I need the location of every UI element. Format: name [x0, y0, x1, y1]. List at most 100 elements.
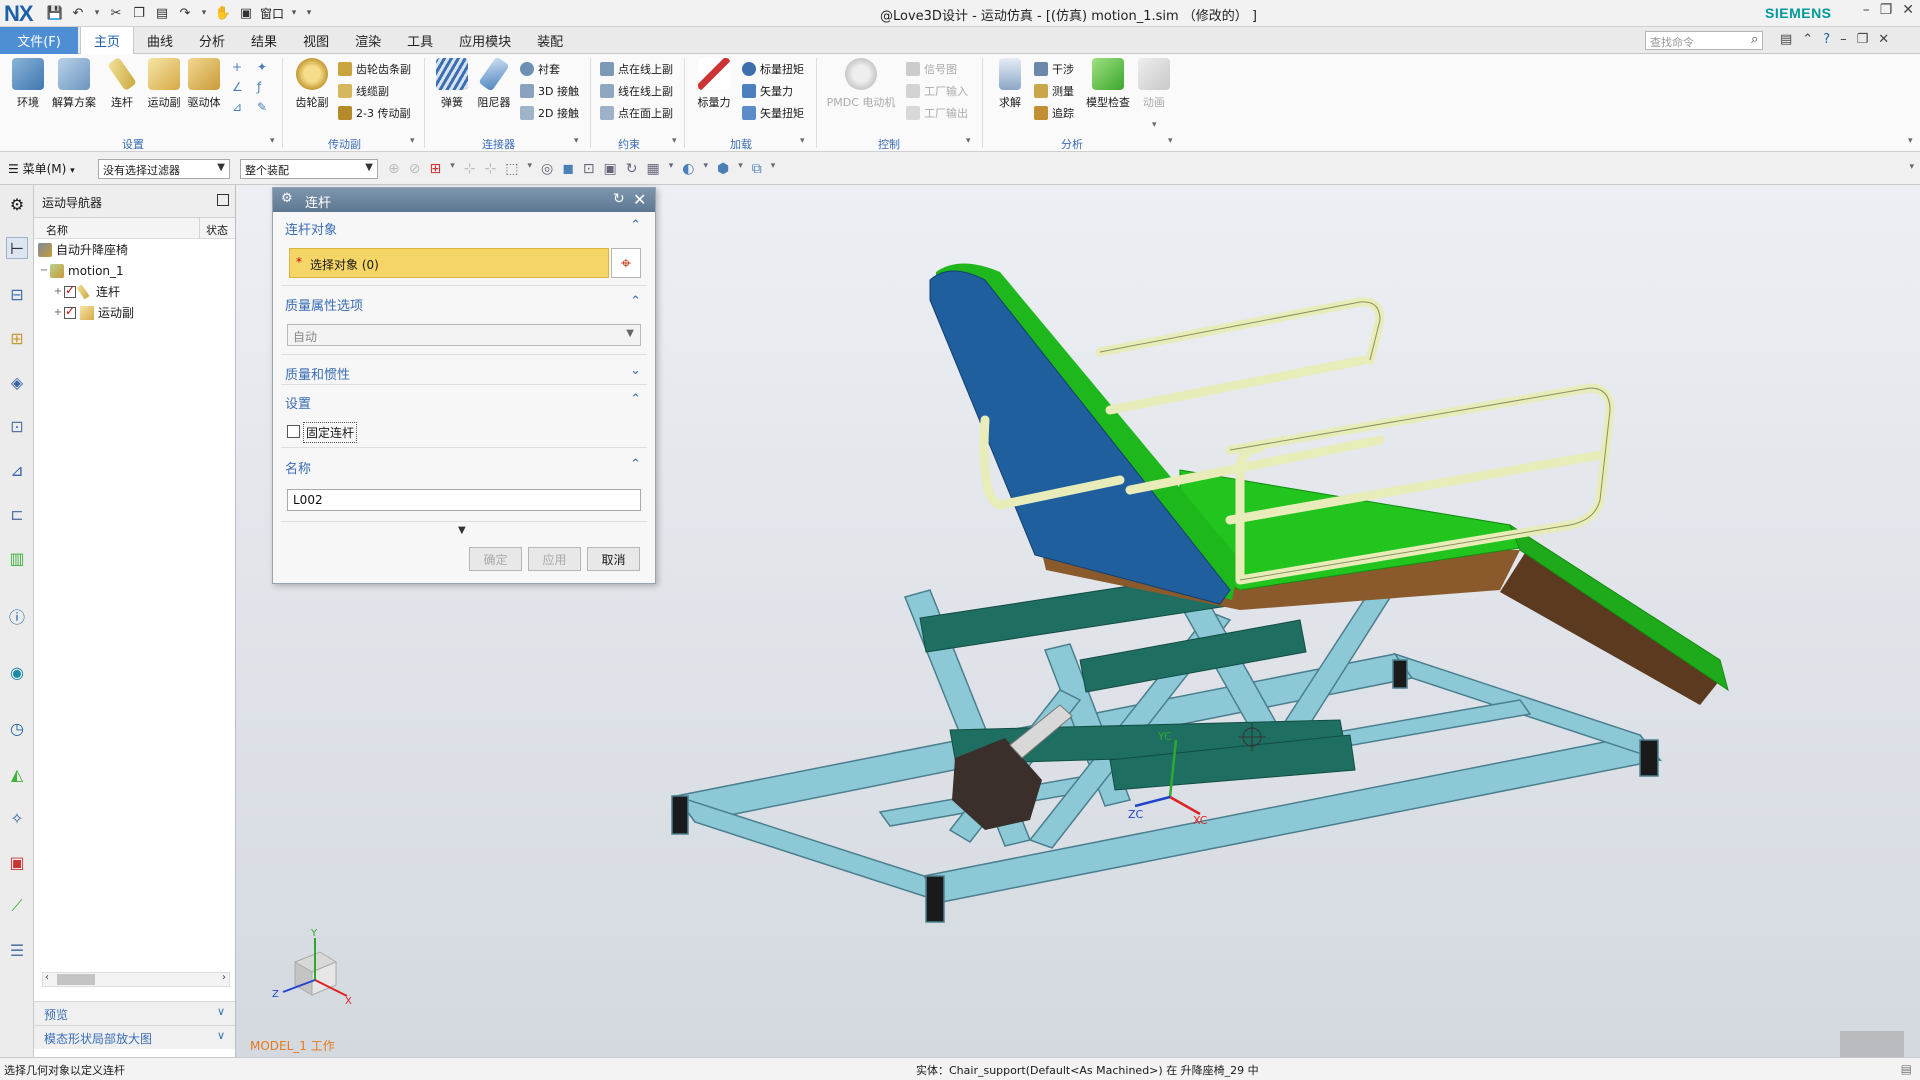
type-filter-select[interactable]: 没有选择过滤器 ▼	[98, 159, 230, 179]
fit-view-icon[interactable]: ◎	[541, 161, 553, 177]
section-link-object[interactable]: 连杆对象 ⌃	[281, 216, 647, 238]
tab-assembly[interactable]: 装配	[524, 27, 576, 54]
command-search-input[interactable]: 查找命令	[1645, 31, 1763, 50]
cut-icon[interactable]: ✂	[107, 4, 125, 22]
help-icon[interactable]: ?	[1823, 32, 1830, 47]
end-point-icon[interactable]: ⊹	[464, 161, 476, 177]
toolbar-options-dropdown[interactable]: ▾	[1909, 162, 1914, 172]
ok-button[interactable]: 确定	[469, 547, 522, 571]
group-constraints-dropdown[interactable]: ▾	[672, 136, 677, 146]
tree-row-joints[interactable]: + 运动副	[34, 302, 235, 323]
spring-button[interactable]: 弹簧	[430, 54, 474, 110]
motion-chart-icon[interactable]: ⟋	[6, 895, 28, 917]
tab-analysis[interactable]: 分析	[186, 27, 238, 54]
mass-property-select[interactable]: 自动 ▼	[287, 324, 641, 346]
point-on-curve-button[interactable]: 点在线上副	[600, 60, 673, 78]
section-mass-options[interactable]: 质量属性选项 ⌃	[281, 292, 647, 314]
selection-scope-select[interactable]: 整个装配 ▼	[240, 159, 378, 179]
scroll-right-icon[interactable]: ›	[222, 972, 226, 983]
gear-icon[interactable]: ⚙	[281, 191, 293, 206]
window-menu[interactable]: 窗口	[260, 5, 284, 22]
point-icon[interactable]: ✦	[257, 60, 276, 74]
system-scenes-icon[interactable]: ▣	[6, 851, 28, 873]
link-button[interactable]: 连杆	[100, 54, 144, 110]
touch-mode-icon[interactable]: ✋	[214, 4, 232, 22]
marker-icon[interactable]: +	[232, 60, 251, 74]
group-loads-dropdown[interactable]: ▾	[800, 136, 805, 146]
pmdc-motor-button[interactable]: PMDC 电动机	[826, 54, 896, 110]
group-couplers-dropdown[interactable]: ▾	[410, 136, 415, 146]
section-name[interactable]: 名称 ⌃	[281, 455, 647, 477]
tab-application[interactable]: 应用模块	[446, 27, 524, 54]
mid-point-icon[interactable]: ⊹	[484, 161, 496, 177]
more-options-icon[interactable]: ▼	[458, 525, 466, 536]
bushing-button[interactable]: 衬套	[520, 60, 560, 78]
group-control-dropdown[interactable]: ▾	[966, 136, 971, 146]
reset-icon[interactable]: ↻	[613, 191, 625, 207]
tab-home[interactable]: 主页	[80, 27, 135, 54]
customize-dropdown-icon[interactable]: ▾	[304, 4, 314, 22]
part-navigator-icon[interactable]: ◈	[6, 371, 28, 393]
minimize-icon[interactable]: –	[1863, 2, 1870, 18]
animation-button[interactable]: 动画	[1132, 54, 1176, 110]
column-header-name[interactable]: 名称	[46, 222, 68, 238]
rotate-icon[interactable]: ↻	[626, 161, 638, 177]
expand-icon[interactable]: +	[52, 286, 64, 297]
window-dropdown-icon[interactable]: ▾	[289, 4, 299, 22]
zoom-icon[interactable]: ⊡	[583, 161, 595, 177]
vector-force-button[interactable]: 矢量力	[742, 82, 793, 100]
tree-row-motion[interactable]: − motion_1	[34, 260, 235, 281]
preview-panel[interactable]: 预览 ∨	[34, 1001, 235, 1025]
render-dropdown-icon[interactable]: ▾	[704, 161, 709, 177]
plant-output-button[interactable]: 工厂输出	[906, 104, 968, 122]
curve-on-curve-button[interactable]: 线在线上副	[600, 82, 673, 100]
driver-button[interactable]: 驱动体	[182, 54, 226, 110]
group-settings-dropdown[interactable]: ▾	[270, 136, 275, 146]
palette-icon[interactable]: ▥	[6, 547, 28, 569]
interference-button[interactable]: 干涉	[1034, 60, 1074, 78]
collapse-ribbon-icon[interactable]: ⌃	[1802, 32, 1813, 47]
solution-button[interactable]: 解算方案	[52, 54, 96, 110]
scalar-torque-button[interactable]: 标量扭矩	[742, 60, 804, 78]
fixed-link-label[interactable]: 固定连杆	[303, 422, 358, 443]
two-three-coupler-button[interactable]: 2-3 传动副	[338, 104, 410, 122]
deselect-icon[interactable]: ⊘	[409, 161, 421, 177]
clock-icon[interactable]: ◷	[6, 717, 28, 739]
select-object-field[interactable]: * 选择对象 (0)	[289, 248, 609, 278]
select-rectangle-icon[interactable]: ⬚	[505, 161, 518, 177]
undo-icon[interactable]: ↶	[69, 4, 87, 22]
view-cube-icon[interactable]: ⬢	[717, 161, 729, 177]
constraint-icon[interactable]: ∠	[232, 80, 251, 94]
function-icon[interactable]: ƒ	[257, 80, 276, 94]
visibility-checkbox[interactable]	[64, 283, 76, 298]
tab-render[interactable]: 渲染	[342, 27, 394, 54]
scalar-force-button[interactable]: 标量力	[692, 54, 736, 110]
dialog-header[interactable]: ⚙ 连杆 ↻ ✕	[273, 188, 655, 212]
document-list-icon[interactable]: ☰	[6, 939, 28, 961]
search-icon[interactable]: ⌕	[1751, 32, 1758, 47]
doc-restore-icon[interactable]: ❐	[1857, 32, 1869, 47]
paste-icon[interactable]: ▤	[153, 4, 171, 22]
restore-icon[interactable]: ❐	[1880, 2, 1893, 18]
process-studio-icon[interactable]: ◭	[6, 763, 28, 785]
scroll-left-icon[interactable]: ‹	[45, 972, 49, 983]
tab-curve[interactable]: 曲线	[134, 27, 186, 54]
snap-point-icon[interactable]: ⊞	[429, 161, 441, 177]
apply-button[interactable]: 应用	[528, 547, 581, 571]
doc-minimize-icon[interactable]: –	[1840, 32, 1847, 47]
maximize-icon[interactable]	[217, 194, 229, 206]
snap-dropdown-icon[interactable]: ▾	[450, 161, 455, 177]
scroll-thumb[interactable]	[57, 974, 95, 985]
doc-close-icon[interactable]: ✕	[1878, 32, 1889, 47]
copy-icon[interactable]: ❐	[130, 4, 148, 22]
menu-button[interactable]: ☰ 菜单(M) ▾	[8, 160, 75, 177]
contact-3d-button[interactable]: 3D 接触	[520, 82, 579, 100]
rectangle-dropdown-icon[interactable]: ▾	[527, 161, 532, 177]
sensor-icon[interactable]: ⊿	[232, 100, 251, 114]
plant-input-button[interactable]: 工厂输入	[906, 82, 968, 100]
repeat-dropdown-icon[interactable]: ▾	[199, 4, 209, 22]
full-screen-icon[interactable]: ▤	[1780, 32, 1792, 47]
display-style-icon[interactable]: ▦	[647, 161, 660, 177]
select-all-icon[interactable]: ⊕	[388, 161, 400, 177]
cancel-button[interactable]: 取消	[587, 547, 640, 571]
